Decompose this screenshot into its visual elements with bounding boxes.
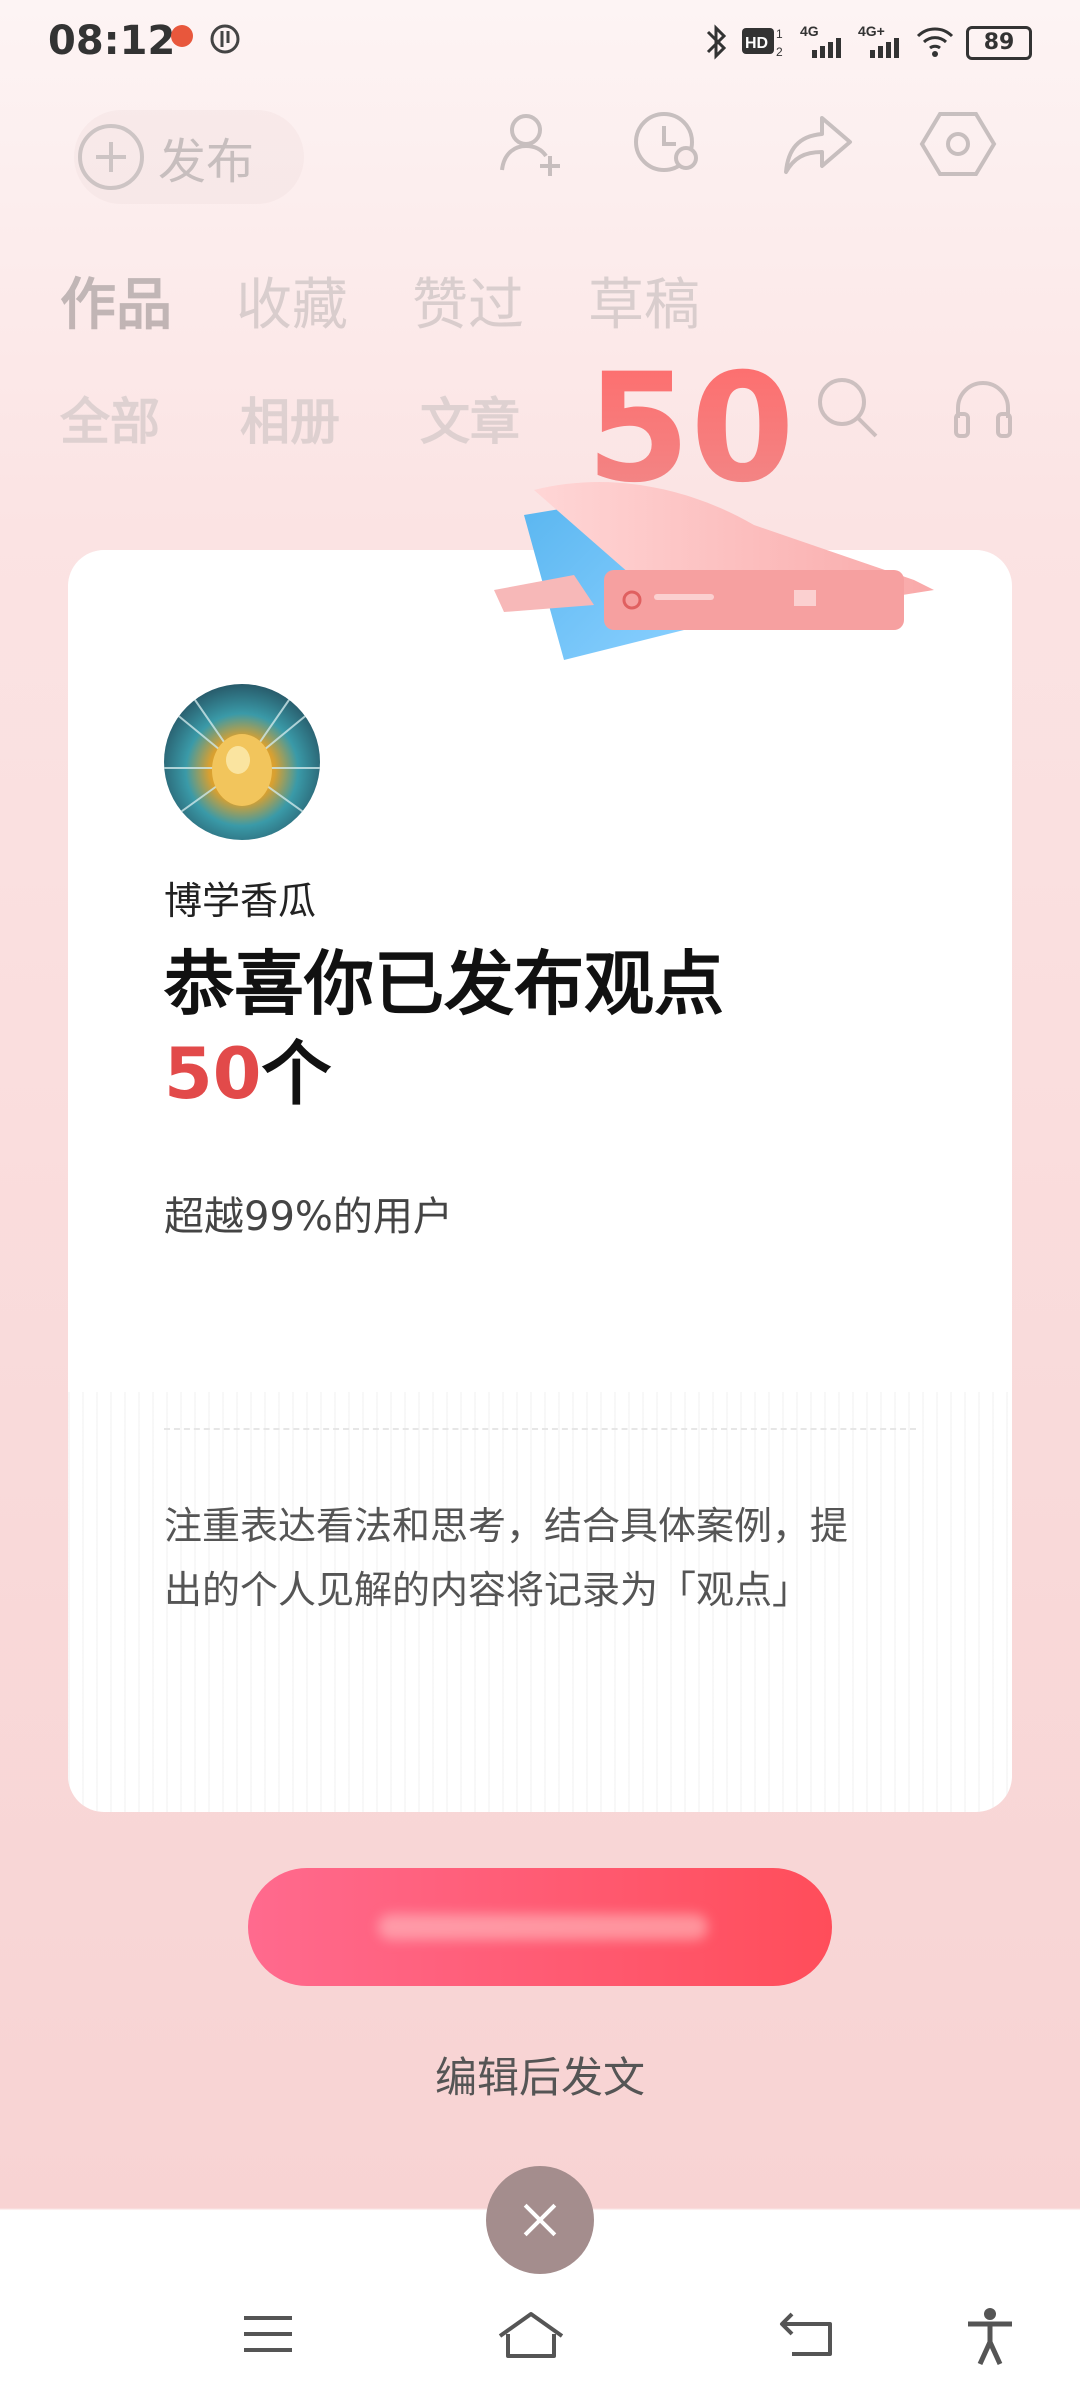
subtab-all[interactable]: 全部	[60, 382, 160, 454]
publish-label: 发布	[158, 134, 255, 190]
accessibility-icon[interactable]	[962, 2306, 1018, 2366]
back-icon[interactable]	[778, 2306, 838, 2362]
settings-icon[interactable]	[918, 104, 998, 184]
app-notification-icon	[171, 25, 193, 47]
edit-then-post-link[interactable]: 编辑后发文	[0, 2044, 1080, 2105]
plus-icon	[78, 124, 144, 190]
menu-icon[interactable]	[240, 2306, 296, 2362]
hd-icon: HD 1 2	[742, 27, 783, 59]
tab-drafts[interactable]: 草稿	[588, 260, 700, 341]
avatar	[164, 684, 320, 840]
post-count: 50	[164, 1033, 262, 1115]
publish-button[interactable]: 发布	[74, 110, 304, 204]
milestone-badge-illustration: 50	[494, 350, 934, 660]
tab-liked[interactable]: 赞过	[412, 260, 524, 341]
congrats-title: 恭喜你已发布观点	[164, 943, 724, 1025]
tab-works[interactable]: 作品	[60, 260, 172, 341]
battery-indicator: 89	[966, 26, 1032, 60]
status-time: 08:12	[48, 18, 176, 64]
blurred-button-label	[378, 1914, 708, 1940]
status-bar: 08:12 HD 1 2 4G 4G+ 89	[0, 0, 1080, 84]
card-divider	[164, 1428, 916, 1430]
visitor-history-icon[interactable]	[628, 104, 708, 184]
badge-number: 50	[586, 350, 795, 516]
headphones-icon[interactable]	[948, 372, 1018, 442]
tab-favorites[interactable]: 收藏	[236, 260, 348, 341]
share-icon[interactable]	[778, 104, 858, 184]
primary-action-button[interactable]	[248, 1868, 832, 1986]
bluetooth-icon	[706, 24, 727, 60]
app-notification-icon-2	[210, 24, 240, 54]
achievement-card: 博学香瓜 恭喜你已发布观点 50个 超越99%的用户 注重表达看法和思考，结合具…	[68, 550, 1012, 1812]
svg-text:HD: HD	[745, 35, 768, 52]
post-count-line: 50个	[164, 1018, 331, 1119]
add-friend-icon[interactable]	[492, 104, 572, 184]
description-text: 注重表达看法和思考，结合具体案例，提出的个人见解的内容将记录为「观点」	[164, 1504, 849, 1612]
svg-text:4G+: 4G+	[858, 23, 885, 39]
username: 博学香瓜	[164, 879, 317, 923]
wifi-icon	[916, 27, 954, 57]
ranking-text: 超越99%的用户	[164, 1194, 453, 1240]
post-count-unit: 个	[261, 1033, 332, 1115]
svg-text:4G: 4G	[800, 23, 819, 39]
svg-text:1: 1	[776, 27, 783, 41]
signal-4g-plus-icon: 4G+	[858, 23, 899, 58]
close-button[interactable]	[486, 2166, 594, 2274]
system-navigation-bar	[0, 2276, 1080, 2400]
svg-text:2: 2	[776, 45, 783, 59]
signal-4g-icon: 4G	[800, 23, 841, 58]
home-icon[interactable]	[494, 2306, 568, 2366]
subtab-albums[interactable]: 相册	[240, 382, 340, 454]
profile-tabs: 作品 收藏 赞过 草稿	[60, 260, 700, 341]
